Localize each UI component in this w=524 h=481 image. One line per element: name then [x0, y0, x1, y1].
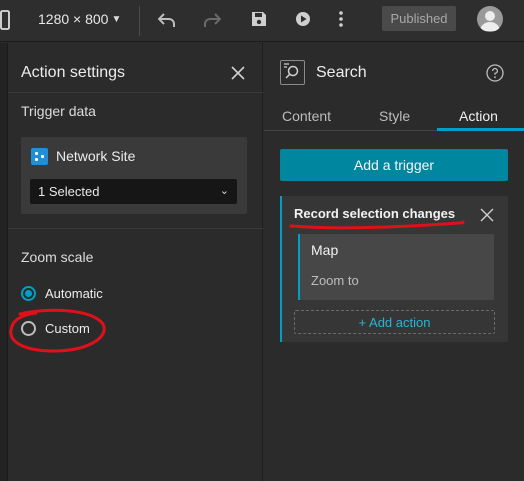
publish-button[interactable]: Published [382, 6, 456, 31]
data-source-icon [31, 148, 48, 165]
widget-title: Search [316, 64, 367, 81]
trigger-card: Record selection changes Map Zoom to + A… [280, 196, 508, 342]
more-options-icon[interactable] [331, 9, 351, 29]
redo-icon[interactable] [202, 10, 222, 30]
action-item[interactable]: Map Zoom to [298, 234, 494, 300]
preview-icon[interactable] [293, 9, 313, 29]
add-trigger-button[interactable]: Add a trigger [280, 149, 508, 181]
radio-automatic[interactable]: Automatic [21, 286, 103, 301]
tab-style[interactable]: Style [379, 108, 410, 124]
close-icon[interactable] [230, 65, 246, 81]
trigger-data-label: Trigger data [21, 103, 96, 119]
radio-unselected-icon[interactable] [21, 321, 36, 336]
selection-value: 1 Selected [38, 184, 100, 199]
radio-label: Automatic [45, 286, 103, 301]
device-icon[interactable] [0, 9, 12, 31]
divider [8, 228, 263, 229]
divider [8, 92, 263, 93]
data-source-name: Network Site [56, 148, 136, 164]
tab-bar: Content Style Action [264, 103, 524, 131]
close-icon[interactable] [480, 208, 494, 222]
action-settings-panel: Action settings Trigger data Network Sit… [8, 43, 263, 481]
radio-custom[interactable]: Custom [21, 321, 90, 336]
resolution-dropdown[interactable]: 1280 × 800 ▼ [38, 9, 121, 29]
trigger-title: Record selection changes [294, 206, 456, 221]
toolbar-divider [139, 6, 140, 36]
add-action-button[interactable]: + Add action [294, 310, 495, 334]
help-icon[interactable] [486, 64, 504, 82]
resolution-label: 1280 × 800 [38, 11, 109, 27]
action-target: Map [311, 242, 339, 258]
user-avatar[interactable] [477, 6, 503, 32]
search-widget-icon [280, 60, 305, 85]
canvas-edge [0, 43, 8, 481]
active-tab-indicator [437, 128, 524, 131]
action-name: Zoom to [311, 273, 359, 288]
save-icon[interactable] [249, 9, 269, 29]
top-toolbar: 1280 × 800 ▼ Published [0, 0, 524, 42]
tab-action[interactable]: Action [459, 108, 498, 124]
widget-settings-panel: Search Content Style Action Add a trigge… [264, 43, 524, 481]
zoom-scale-label: Zoom scale [21, 249, 94, 265]
undo-icon[interactable] [157, 10, 177, 30]
tab-content[interactable]: Content [282, 108, 331, 124]
radio-selected-icon[interactable] [21, 286, 36, 301]
radio-label: Custom [45, 321, 90, 336]
caret-down-icon: ▼ [111, 13, 122, 25]
chevron-down-icon: ⌄ [219, 185, 229, 197]
trigger-data-card: Network Site 1 Selected ⌄ [21, 137, 247, 214]
selection-dropdown[interactable]: 1 Selected ⌄ [30, 179, 237, 204]
panel-title: Action settings [21, 64, 126, 81]
